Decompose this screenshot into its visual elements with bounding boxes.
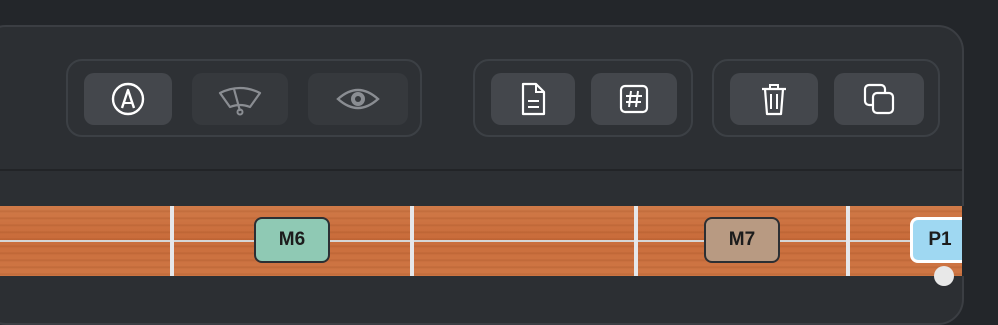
- guitar-string: [0, 240, 962, 242]
- note-marker[interactable]: M7: [704, 217, 780, 263]
- pen-nib-icon: [110, 81, 146, 117]
- editor-panel: [0, 25, 964, 325]
- export-group: [473, 59, 693, 137]
- note-marker[interactable]: M6: [254, 217, 330, 263]
- delete-button[interactable]: [730, 73, 818, 125]
- toolbar-divider: [0, 169, 962, 171]
- duplicate-button[interactable]: [834, 73, 924, 125]
- trash-icon: [759, 81, 789, 117]
- document-button[interactable]: [491, 73, 575, 125]
- number-button[interactable]: [591, 73, 677, 125]
- fret-wire: [170, 206, 174, 276]
- eye-icon: [334, 83, 382, 115]
- fret-wire: [846, 206, 850, 276]
- note-label: M6: [278, 229, 306, 250]
- view-mode-button[interactable]: [308, 73, 408, 125]
- root-note-marker[interactable]: P1: [910, 217, 962, 263]
- fret-wire: [410, 206, 414, 276]
- note-label: P1: [928, 229, 952, 250]
- fret-wire: [634, 206, 638, 276]
- duplicate-icon: [861, 81, 897, 117]
- note-label: M7: [728, 229, 756, 250]
- fretboard: M6 M7 P1: [0, 206, 962, 276]
- wiper-icon: [214, 81, 266, 117]
- hash-icon: [618, 83, 650, 115]
- erase-mode-button[interactable]: [192, 73, 288, 125]
- edit-mode-group: [66, 59, 422, 137]
- document-icon: [518, 81, 548, 117]
- window-edge: [962, 206, 998, 276]
- scroll-handle[interactable]: [934, 266, 954, 286]
- edit-actions-group: [712, 59, 940, 137]
- draw-mode-button[interactable]: [84, 73, 172, 125]
